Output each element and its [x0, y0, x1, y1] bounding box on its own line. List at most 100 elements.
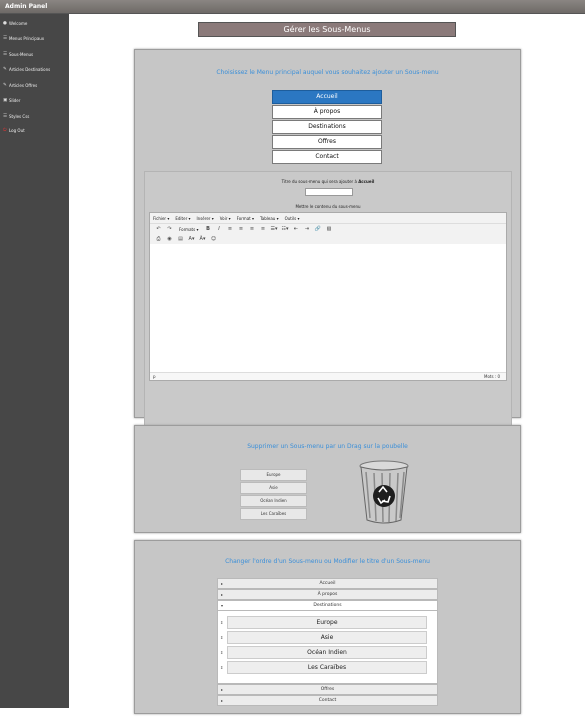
sortable-submenu-label: Les Caraïbes	[307, 664, 347, 671]
outdent-icon[interactable]: ⇤	[290, 226, 301, 232]
bullet-list-icon[interactable]: ☰▾	[268, 226, 279, 232]
sidebar-item-label: Articles Offres	[9, 82, 38, 88]
sidebar-item-label: Menus Principaux	[9, 35, 45, 41]
add-panel-heading: Choisissez le Menu principal auquel vous…	[216, 69, 439, 76]
accordion-header-a-propos[interactable]: ▸ À propos	[217, 589, 438, 600]
sortable-submenu-item[interactable]: ⇕ Océan Indien	[220, 646, 427, 659]
draggable-submenu-item[interactable]: Les Caraïbes	[240, 508, 307, 520]
chevron-down-icon: ▾	[221, 603, 224, 608]
sidebar-item-label: Log Out	[9, 127, 25, 133]
accordion-header-label: À propos	[317, 592, 338, 597]
reorder-submenu-panel: Changer l'ordre d'un Sous-menu ou Modifi…	[134, 540, 521, 714]
sidebar-item-styles-css[interactable]: ☰ Styles Css	[3, 111, 67, 121]
align-left-icon[interactable]: ≡	[224, 226, 235, 232]
editor-toolbar-row-2: ⎙ ◉ ▤ A▾ Ã▾ ☺	[150, 234, 506, 244]
menu-choice-contact[interactable]: Contact	[272, 150, 382, 164]
menu-choice-offres[interactable]: Offres	[272, 135, 382, 149]
align-right-icon[interactable]: ≡	[246, 226, 257, 232]
editor-menu-editer[interactable]: Editer ▾	[175, 216, 190, 221]
link-icon[interactable]: 🔗	[312, 226, 323, 232]
align-center-icon[interactable]: ≡	[235, 226, 246, 232]
chevron-right-icon: ▸	[221, 698, 224, 703]
accordion-header-label: Destinations	[313, 603, 342, 608]
accordion-header-destinations[interactable]: ▾ Destinations	[217, 600, 438, 611]
sortable-submenu-label: Océan Indien	[307, 649, 347, 656]
align-justify-icon[interactable]: ≡	[257, 226, 268, 232]
sidebar-item-label: Styles Css	[9, 113, 30, 119]
preview-icon[interactable]: ◉	[164, 236, 175, 242]
editor-statusbar: p Mots : 0	[150, 372, 506, 380]
sidebar-item-label: Slider	[9, 97, 21, 103]
media-icon[interactable]: ▤	[175, 236, 186, 242]
menu-choice-accueil[interactable]: Accueil	[272, 90, 382, 104]
bold-icon[interactable]: B	[202, 226, 213, 232]
editor-menu-fichier[interactable]: Fichier ▾	[153, 216, 169, 221]
print-icon[interactable]: ⎙	[153, 236, 164, 242]
sidebar-item-label: Welcome	[9, 20, 28, 26]
sidebar: ● Welcome ☰ Menus Principaux ☰ Sous-Menu…	[0, 14, 69, 708]
accordion-header-contact[interactable]: ▸ Contact	[217, 695, 438, 706]
chevron-right-icon: ▸	[221, 592, 224, 597]
chevron-right-icon: ▸	[221, 687, 224, 692]
page-title: Gérer les Sous-Menus	[198, 22, 456, 37]
selected-menu-name: Accueil	[358, 179, 375, 184]
editor-toolbar-row-1: ↶ ↷ Formats ▾ B I ≡ ≡ ≡ ≡ ☰▾ ☷▾ ⇤ ⇥ 🔗 ▧	[150, 224, 506, 234]
sidebar-item-label: Articles Destinations	[9, 66, 51, 72]
draggable-submenu-item[interactable]: Asie	[240, 482, 307, 494]
redo-icon[interactable]: ↷	[164, 226, 175, 232]
editor-word-count: Mots : 0	[484, 374, 500, 379]
submenu-title-input[interactable]	[305, 188, 353, 196]
sidebar-item-articles-destinations[interactable]: ✎ Articles Destinations	[3, 64, 67, 74]
background-color-icon[interactable]: Ã▾	[197, 236, 208, 242]
draggable-submenu-item[interactable]: Océan Indien	[240, 495, 307, 507]
editor-element-path: p	[153, 374, 156, 379]
accordion-header-label: Accueil	[319, 581, 336, 586]
draggable-submenu-item[interactable]: Europe	[240, 469, 307, 481]
accordion-header-accueil[interactable]: ▸ Accueil	[217, 578, 438, 589]
editor-menubar: Fichier ▾ Editer ▾ Insérer ▾ Voir ▾ Form…	[150, 213, 506, 224]
delete-panel-heading: Supprimer un Sous-menu par un Drag sur l…	[247, 443, 408, 450]
editor-menu-format[interactable]: Format ▾	[237, 216, 254, 221]
accordion-header-label: Offres	[320, 687, 335, 692]
sidebar-item-log-out[interactable]: ⏻ Log Out	[3, 125, 67, 135]
editor-menu-outils[interactable]: Outils ▾	[285, 216, 300, 221]
sidebar-item-welcome[interactable]: ● Welcome	[3, 18, 67, 28]
undo-icon[interactable]: ↶	[153, 226, 164, 232]
submenu-title-label-text: Titre du sous-menu qui sera ajouter à	[281, 179, 357, 184]
app-root: Admin Panel ● Welcome ☰ Menus Principaux…	[0, 0, 585, 720]
trash-bin-icon[interactable]	[358, 460, 410, 526]
sort-arrows-icon: ⇕	[220, 635, 224, 640]
sort-arrows-icon: ⇕	[220, 650, 224, 655]
editor-content-area[interactable]	[150, 245, 506, 369]
emoticons-icon[interactable]: ☺	[208, 236, 219, 242]
formats-dropdown[interactable]: Formats ▾	[179, 227, 198, 232]
sortable-submenu-item[interactable]: ⇕ Europe	[220, 616, 427, 629]
accordion-header-offres[interactable]: ▸ Offres	[217, 684, 438, 695]
menu-accordion: ▸ Accueil ▸ À propos ▾ Destinations ⇕ Eu…	[217, 578, 438, 706]
indent-icon[interactable]: ⇥	[301, 226, 312, 232]
add-submenu-panel: Choisissez le Menu principal auquel vous…	[134, 49, 521, 458]
delete-submenu-panel: Supprimer un Sous-menu par un Drag sur l…	[134, 425, 521, 533]
chevron-right-icon: ▸	[221, 581, 224, 586]
brand-title: Admin Panel	[5, 3, 48, 10]
numbered-list-icon[interactable]: ☷▾	[279, 226, 290, 232]
menu-choice-a-propos[interactable]: À propos	[272, 105, 382, 119]
sidebar-item-articles-offres[interactable]: ✎ Articles Offres	[3, 80, 67, 90]
editor-menu-tableau[interactable]: Tableau ▾	[260, 216, 279, 221]
sidebar-item-menus-principaux[interactable]: ☰ Menus Principaux	[3, 33, 67, 43]
sortable-submenu-item[interactable]: ⇕ Asie	[220, 631, 427, 644]
sortable-submenu-label: Asie	[320, 634, 334, 641]
image-icon[interactable]: ▧	[323, 226, 334, 232]
editor-menu-voir[interactable]: Voir ▾	[220, 216, 231, 221]
italic-icon[interactable]: I	[213, 226, 224, 232]
accordion-body-destinations: ⇕ Europe ⇕ Asie ⇕ Océan Indien ⇕ Les Car…	[217, 611, 438, 684]
submenu-title-label: Titre du sous-menu qui sera ajouter à Ac…	[145, 179, 511, 184]
text-color-icon[interactable]: A▾	[186, 236, 197, 242]
sidebar-item-sous-menus[interactable]: ☰ Sous-Menus	[3, 49, 67, 59]
sort-arrows-icon: ⇕	[220, 620, 224, 625]
sortable-submenu-item[interactable]: ⇕ Les Caraïbes	[220, 661, 427, 674]
menu-choice-destinations[interactable]: Destinations	[272, 120, 382, 134]
editor-menu-inserer[interactable]: Insérer ▾	[197, 216, 214, 221]
submenu-content-label: Mettre le contenu du sous-menu	[295, 204, 361, 209]
sidebar-item-slider[interactable]: ▣ Slider	[3, 95, 67, 105]
